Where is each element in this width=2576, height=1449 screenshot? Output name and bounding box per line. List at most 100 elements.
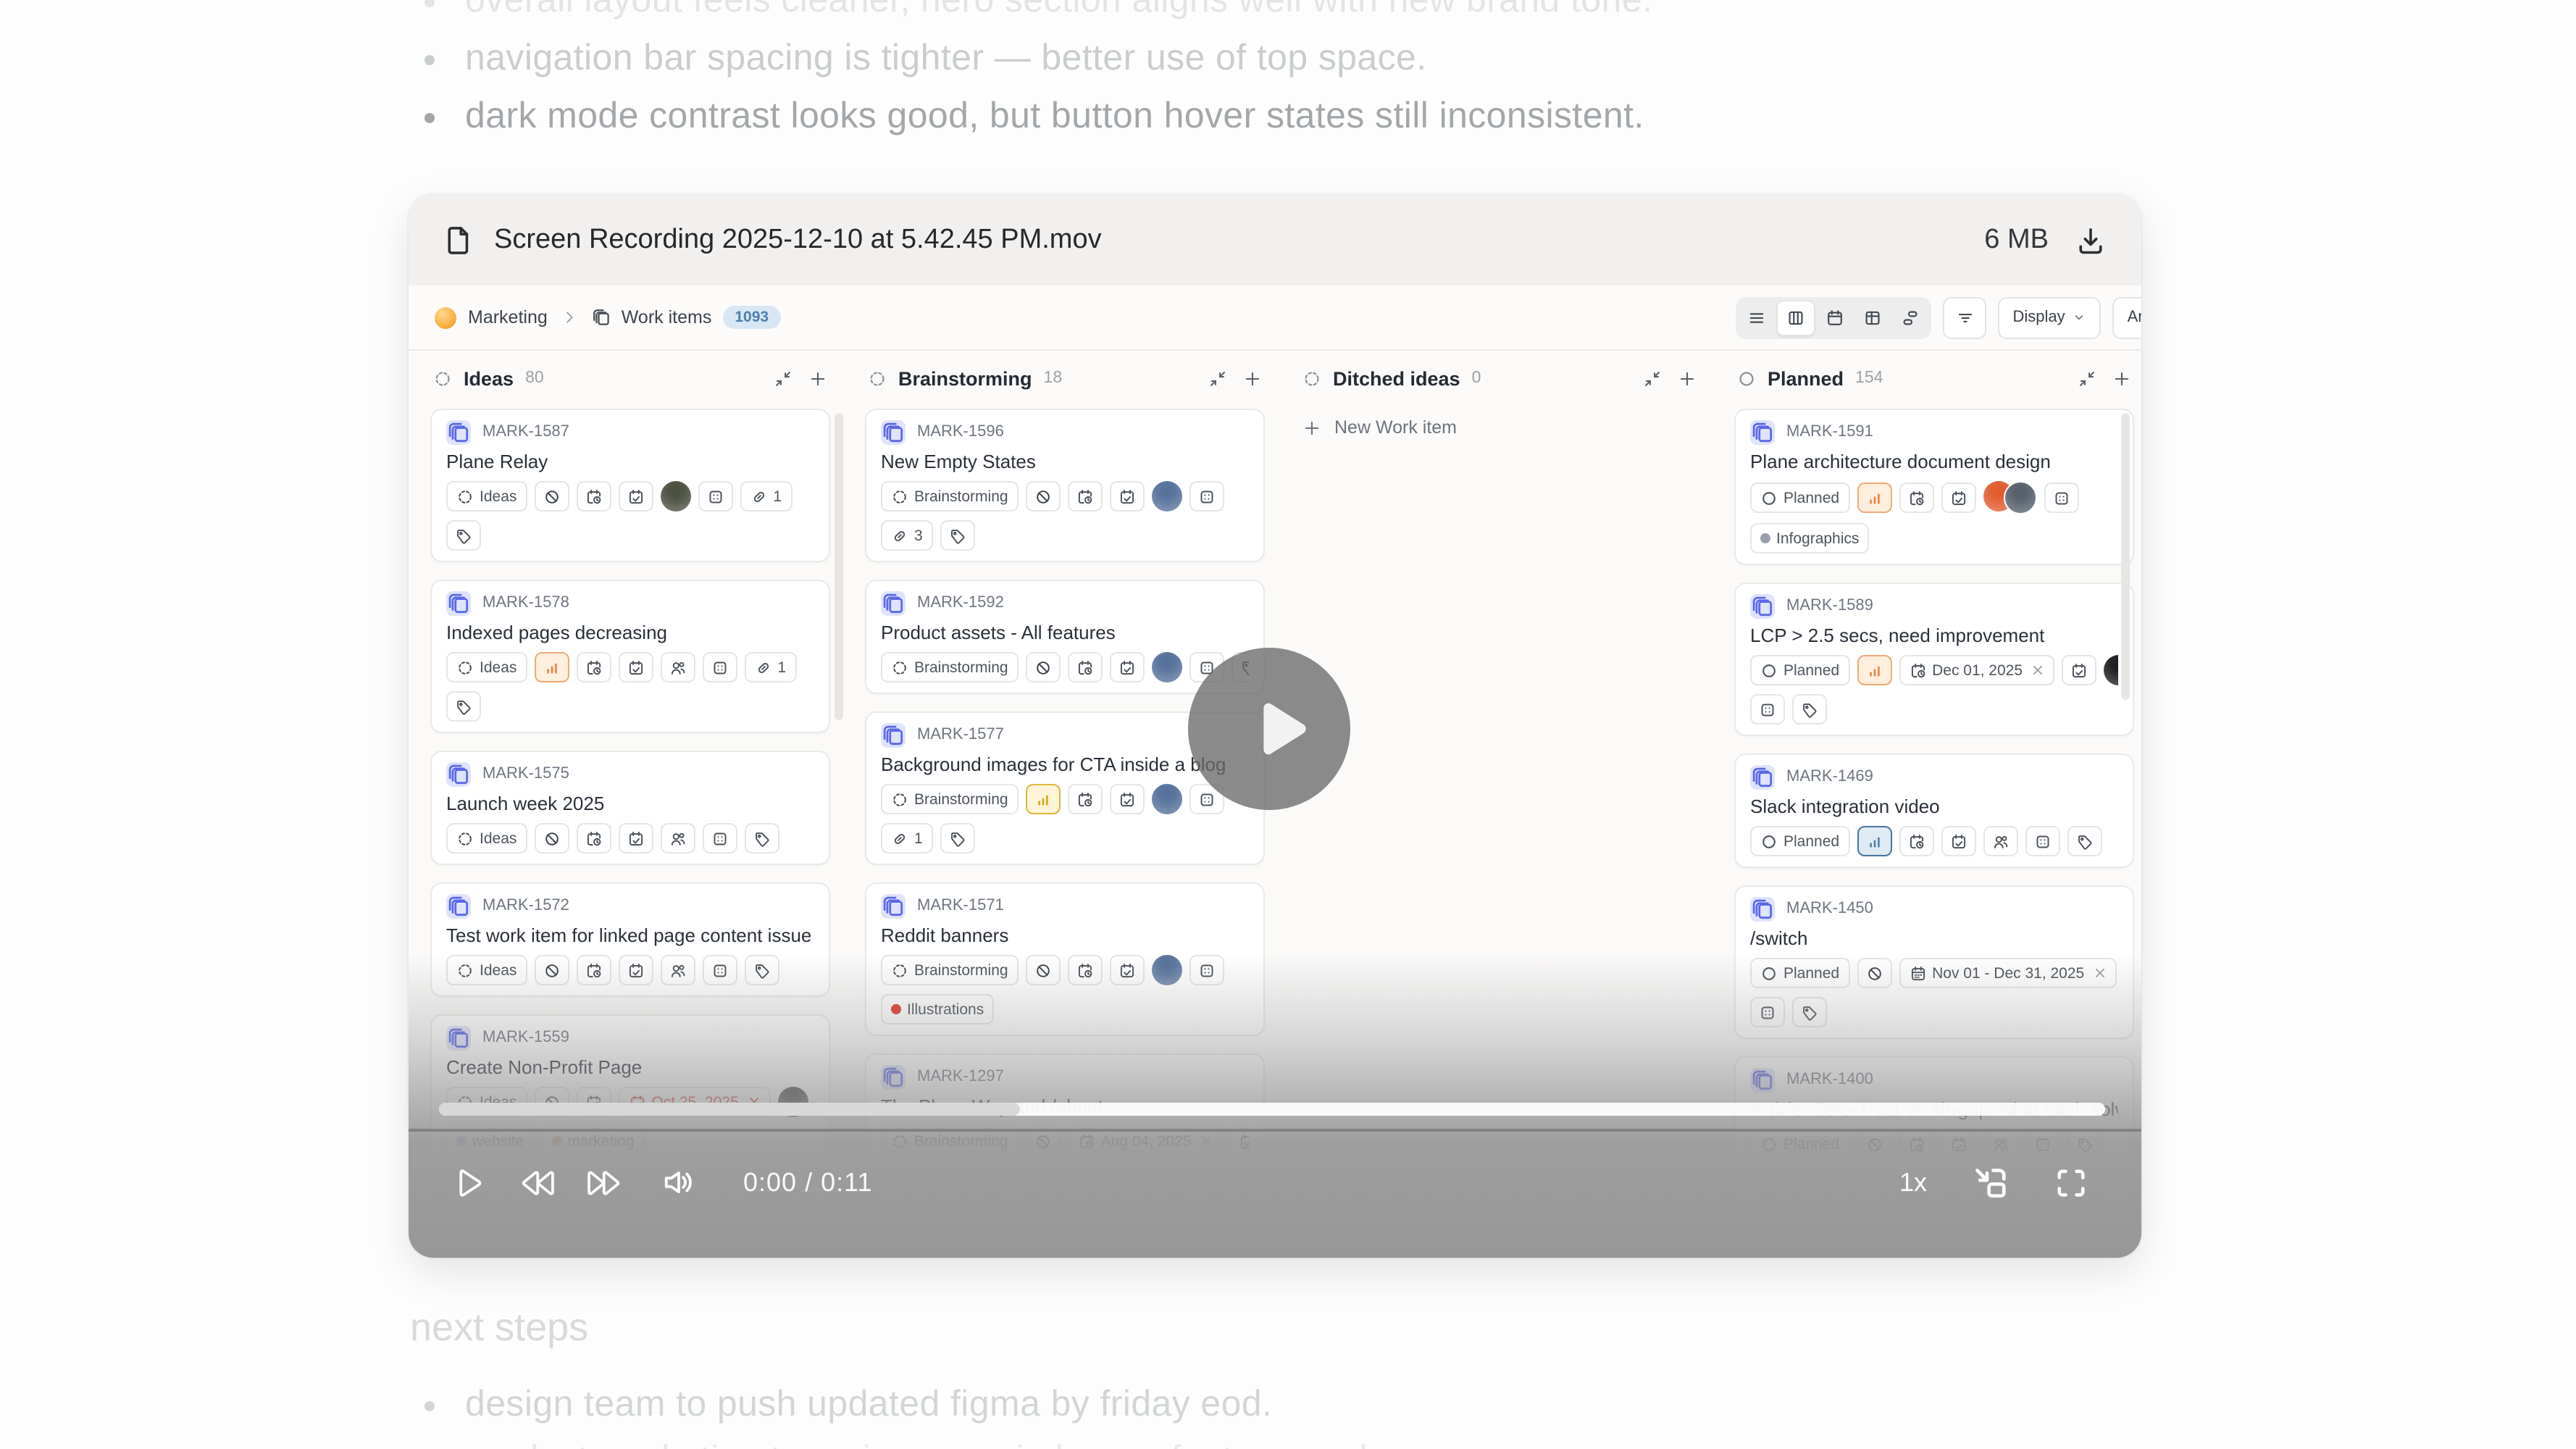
link-chip[interactable]: 3 [881,520,933,551]
start-date-chip[interactable] [1068,784,1103,814]
filters-button[interactable] [1943,296,1986,338]
labels-chip[interactable] [446,520,481,551]
work-item-card[interactable]: MARK-1591Plane architecture document des… [1734,409,2134,565]
assignee-avatars[interactable] [1983,481,2036,514]
calendar-view-button[interactable] [1817,301,1853,334]
start-date-chip[interactable] [576,823,611,853]
new-work-item-button[interactable]: New Work item [1300,409,1699,446]
due-date-chip[interactable] [1110,652,1145,682]
work-item-card[interactable]: MARK-1571Reddit bannersBrainstormingIllu… [865,882,1265,1036]
remove-date-icon[interactable] [2031,664,2044,677]
state-chip[interactable]: Planned [1750,958,1849,988]
work-item-card[interactable]: MARK-1589LCP > 2.5 secs, need improvemen… [1734,582,2134,736]
due-date-chip[interactable] [618,481,653,511]
start-date-chip[interactable] [1899,483,1933,513]
priority-chip[interactable] [1857,826,1891,856]
video-frame[interactable]: Marketing Work items 1093 Display Anal [409,285,2141,1258]
start-date-chip[interactable] [1068,955,1103,985]
playback-speed-button[interactable]: 1x [1899,1167,1927,1198]
assignee-avatar[interactable] [1152,784,1182,814]
state-chip[interactable]: Brainstorming [881,955,1019,985]
work-item-card[interactable]: MARK-1450/switchPlannedNov 01 - Dec 31, … [1734,885,2134,1039]
labels-chip[interactable] [940,823,975,853]
minimize-icon[interactable] [774,369,793,388]
assignees-chip[interactable] [660,652,695,682]
assignee-avatar[interactable] [1152,652,1182,682]
module-chip[interactable] [702,955,737,985]
priority-chip[interactable] [1857,483,1891,513]
state-chip[interactable]: Ideas [446,481,527,511]
module-chip[interactable] [1750,694,1785,724]
due-date-chip[interactable] [2062,655,2096,685]
date-chip[interactable]: Dec 01, 2025 [1899,655,2054,685]
priority-chip[interactable] [534,481,569,511]
labels-chip[interactable] [446,691,481,722]
start-date-chip[interactable] [1068,652,1103,682]
labels-chip[interactable] [744,955,779,985]
volume-button[interactable] [659,1164,697,1201]
work-item-card[interactable]: MARK-1469Slack integration videoPlanned [1734,753,2134,868]
tag-label-chip[interactable]: Infographics [1750,523,1869,554]
start-date-chip[interactable] [576,652,611,682]
download-icon[interactable] [2075,224,2107,256]
fullscreen-button[interactable] [2053,1164,2089,1200]
due-date-chip[interactable] [618,955,653,985]
start-date-chip[interactable] [576,955,611,985]
due-date-chip[interactable] [1941,483,1975,513]
due-date-chip[interactable] [1110,955,1145,985]
state-chip[interactable]: Ideas [446,823,527,853]
priority-chip[interactable] [1857,958,1891,988]
link-chip[interactable]: 1 [744,652,796,682]
timeline-view-button[interactable] [1892,301,1928,334]
priority-chip[interactable] [1026,652,1061,682]
picture-in-picture-button[interactable] [1970,1163,2010,1202]
plus-icon[interactable] [2112,369,2131,388]
work-item-card[interactable]: MARK-1587Plane RelayIdeas1 [430,409,830,562]
labels-chip[interactable] [744,823,779,853]
module-chip[interactable] [698,481,732,511]
minimize-icon[interactable] [1643,369,1662,388]
play-button[interactable] [449,1164,485,1200]
state-chip[interactable]: Planned [1750,655,1849,685]
minimize-icon[interactable] [1208,369,1227,388]
plus-icon[interactable] [1243,369,1262,388]
plus-icon[interactable] [808,369,827,388]
link-chip[interactable]: 1 [740,481,792,511]
work-item-card[interactable]: MARK-1575Launch week 2025Ideas [430,751,830,865]
date-chip[interactable]: Nov 01 - Dec 31, 2025 [1899,958,2116,988]
start-date-chip[interactable] [576,481,611,511]
state-chip[interactable]: Ideas [446,955,527,985]
work-item-card[interactable]: MARK-1596New Empty StatesBrainstorming3 [865,409,1265,562]
start-date-chip[interactable] [1899,826,1933,856]
fast-forward-button[interactable] [585,1163,624,1202]
module-chip[interactable] [702,823,737,853]
priority-chip[interactable] [534,652,569,682]
labels-chip[interactable] [2067,826,2102,856]
priority-chip[interactable] [1026,784,1061,814]
assignee-avatar[interactable] [1152,955,1182,985]
analytics-button[interactable]: Analytics [2113,296,2141,338]
labels-chip[interactable] [1792,997,1827,1027]
module-chip[interactable] [1189,481,1224,511]
video-progress-bar[interactable] [409,1129,2141,1132]
work-item-card[interactable]: MARK-1592Product assets - All featuresBr… [865,580,1265,694]
assignees-chip[interactable] [1983,826,2017,856]
module-chip[interactable] [2025,826,2059,856]
work-item-card[interactable]: MARK-1572Test work item for linked page … [430,882,830,997]
remove-date-icon[interactable] [2093,966,2106,980]
assignees-chip[interactable] [660,955,695,985]
tag-label-chip[interactable]: Illustrations [881,994,994,1024]
column-scrollbar[interactable] [2121,413,2130,700]
rewind-button[interactable] [517,1163,556,1202]
due-date-chip[interactable] [618,823,653,853]
due-date-chip[interactable] [1110,481,1145,511]
link-chip[interactable]: 1 [881,823,933,853]
assignee-avatar[interactable] [2104,655,2118,685]
state-chip[interactable]: Brainstorming [881,652,1019,682]
due-date-chip[interactable] [618,652,653,682]
state-chip[interactable]: Ideas [446,652,527,682]
module-chip[interactable] [1189,955,1224,985]
state-chip[interactable]: Planned [1750,483,1849,513]
board-view-button[interactable] [1776,299,1815,335]
scrollbar-thumb[interactable] [439,1103,1020,1116]
